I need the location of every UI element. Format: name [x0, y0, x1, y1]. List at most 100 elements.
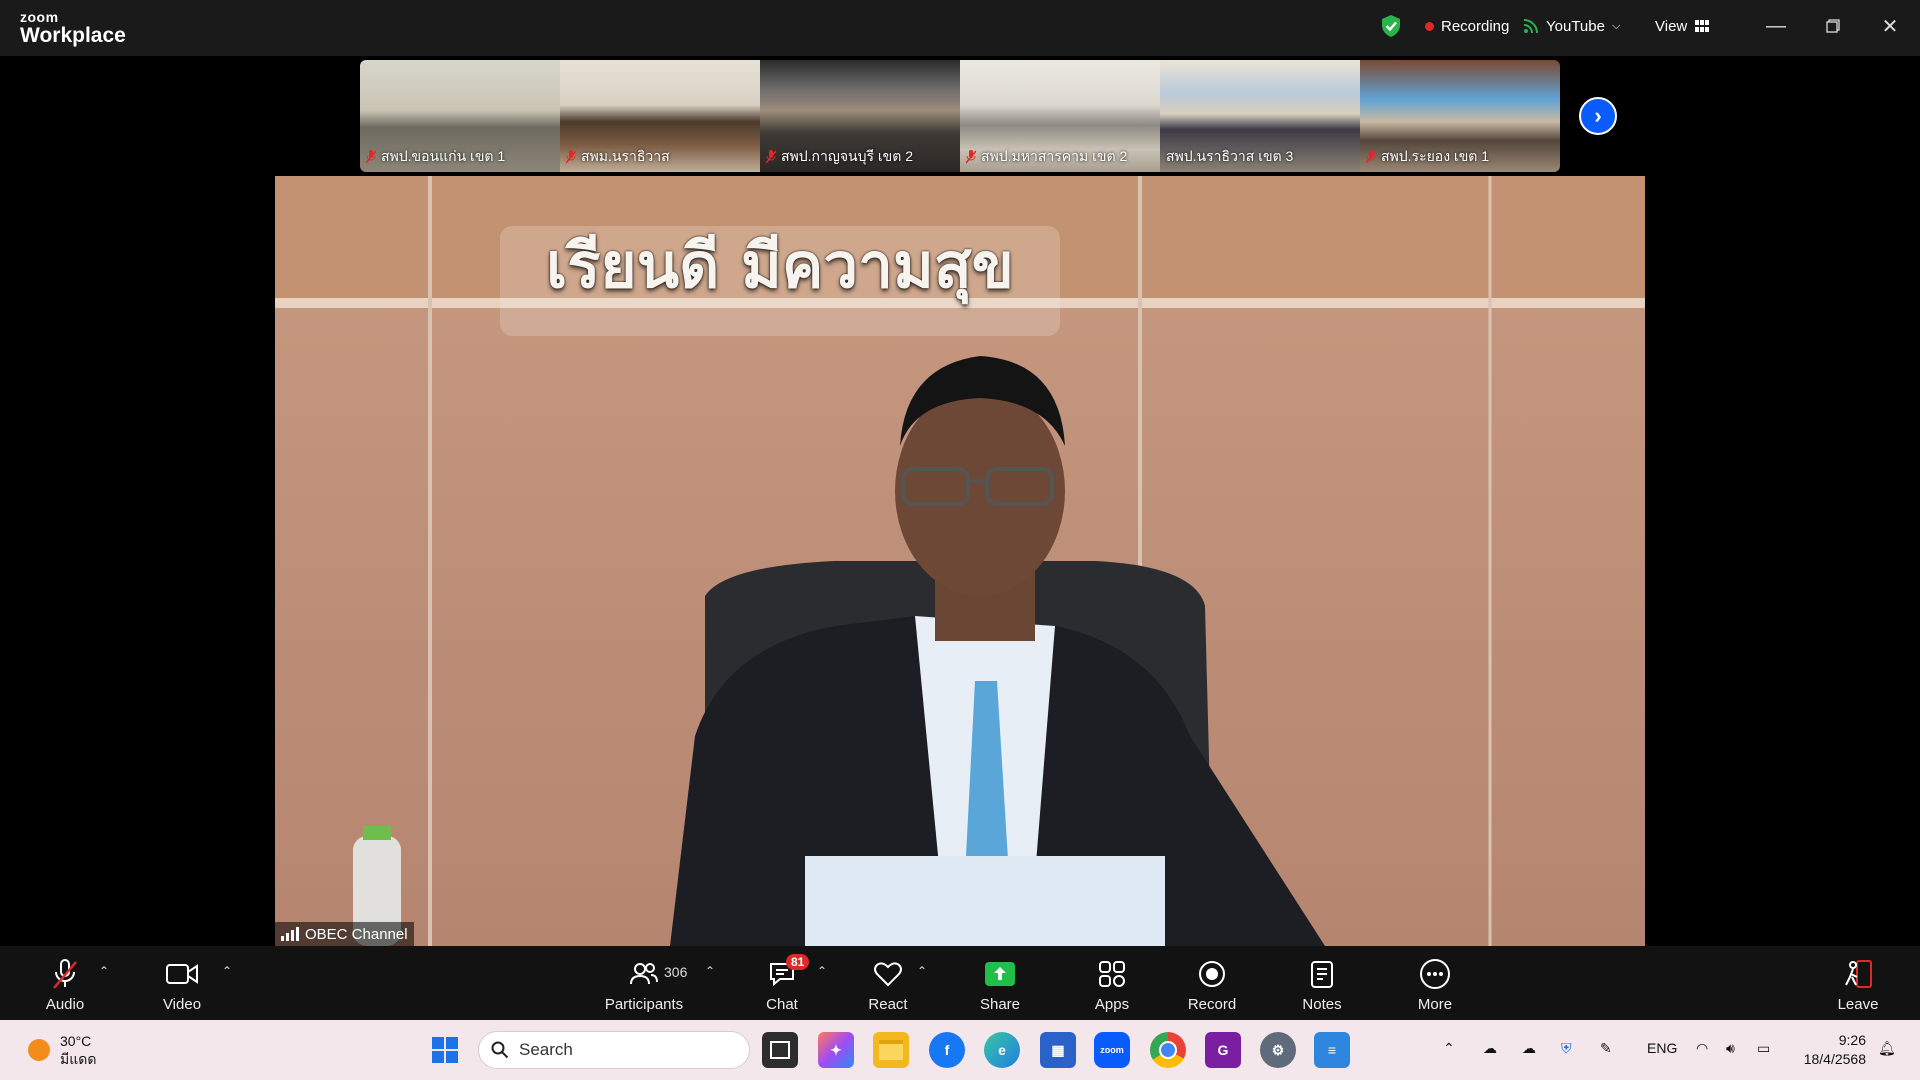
battery-icon[interactable]: ▭	[1757, 1040, 1770, 1057]
input-method-icon[interactable]: ✎	[1600, 1040, 1612, 1057]
livestream-icon	[1523, 19, 1538, 34]
video-options-caret-icon[interactable]: ⌃	[222, 964, 232, 978]
windows-start-icon[interactable]	[427, 1032, 463, 1068]
encryption-shield-icon[interactable]	[1380, 0, 1402, 52]
next-page-icon[interactable]: ›	[1579, 97, 1617, 135]
participants-count: 306	[664, 964, 688, 980]
react-button[interactable]: React	[843, 946, 933, 1020]
muted-mic-icon	[765, 150, 777, 164]
windows-taskbar: 30°C มีแดด Search ✦ f e ▦ zoom G ⚙ ≡ ⌃ ☁…	[0, 1020, 1920, 1080]
thumbnail-name: สพป.ระยอง เขต 1	[1381, 148, 1490, 164]
chat-unread-badge: 81	[786, 954, 810, 970]
record-label: Record	[1187, 996, 1237, 1013]
close-icon[interactable]: ✕	[1870, 0, 1910, 52]
recording-indicator[interactable]: Recording	[1425, 0, 1509, 52]
muted-mic-icon	[50, 956, 80, 992]
copilot-icon[interactable]: ✦	[818, 1032, 854, 1068]
search-placeholder: Search	[519, 1040, 573, 1059]
volume-icon[interactable]: 🔊︎	[1726, 1040, 1735, 1057]
microsoft-store-icon[interactable]: ▦	[1040, 1032, 1076, 1068]
taskbar-search[interactable]: Search	[478, 1031, 750, 1069]
leave-button[interactable]: Leave	[1813, 946, 1903, 1020]
chevron-down-icon: ⌵	[1611, 19, 1621, 32]
participant-thumbnail[interactable]: สพป.มหาสารคาม เขต 2	[960, 60, 1160, 172]
facebook-icon[interactable]: f	[929, 1032, 965, 1068]
audio-options-caret-icon[interactable]: ⌃	[99, 964, 109, 978]
muted-mic-icon	[365, 150, 377, 164]
participants-icon	[630, 956, 658, 992]
participant-thumbnail[interactable]: สพป.ระยอง เขต 1	[1360, 60, 1560, 172]
audio-button[interactable]: Audio	[20, 946, 110, 1020]
react-label: React	[868, 996, 908, 1013]
leave-label: Leave	[1837, 996, 1879, 1013]
participants-options-caret-icon[interactable]: ⌃	[705, 964, 715, 978]
participant-thumbnail[interactable]: สพม.นราธิวาส	[560, 60, 760, 172]
muted-mic-icon	[965, 150, 977, 164]
notes-icon	[1310, 956, 1334, 992]
edge-browser-icon[interactable]: e	[984, 1032, 1020, 1068]
task-view-icon[interactable]	[762, 1032, 798, 1068]
clock-date: 18/4/2568	[1803, 1051, 1866, 1067]
notes-button[interactable]: Notes	[1277, 946, 1367, 1020]
wifi-icon[interactable]: ◠	[1696, 1040, 1708, 1057]
taskbar-clock[interactable]: 9:26 18/4/2568	[1790, 1031, 1866, 1069]
participants-button[interactable]: Participants	[599, 946, 689, 1020]
chat-button[interactable]: Chat	[737, 946, 827, 1020]
audio-label: Audio	[45, 996, 85, 1013]
video-button[interactable]: Video	[137, 946, 227, 1020]
heart-icon	[873, 956, 903, 992]
participant-thumbnail[interactable]: สพป.นราธิวาส เขต 3	[1160, 60, 1360, 172]
security-shield-icon[interactable]: ⛨	[1561, 1040, 1572, 1057]
more-button[interactable]: More	[1390, 946, 1480, 1020]
livestream-youtube-button[interactable]: YouTube ⌵	[1523, 0, 1620, 52]
onedrive-icon[interactable]: ☁	[1522, 1040, 1536, 1057]
record-button[interactable]: Record	[1167, 946, 1257, 1020]
main-video[interactable]: เรียนดี มีความสุข	[275, 176, 1645, 946]
apps-label: Apps	[1094, 996, 1130, 1013]
chat-label: Chat	[766, 996, 798, 1013]
view-button[interactable]: View	[1655, 0, 1710, 52]
apps-icon	[1098, 956, 1126, 992]
participant-thumbnail[interactable]: สพป.กาญจนบุรี เขต 2	[760, 60, 960, 172]
zoom-logo: zoom Workplace	[20, 10, 126, 46]
thumbnail-name: สพป.ขอนแก่น เขต 1	[381, 148, 506, 164]
share-label: Share	[979, 996, 1021, 1013]
view-label: View	[1655, 17, 1688, 35]
settings-gear-icon[interactable]: ⚙	[1260, 1032, 1296, 1068]
participant-thumbnail[interactable]: สพป.ขอนแก่น เขต 1	[360, 60, 560, 172]
temperature: 30°C	[60, 1033, 92, 1049]
chrome-browser-icon[interactable]	[1150, 1032, 1186, 1068]
meeting-toolbar: Audio ⌃ Video ⌃ Participants 306 ⌃ Chat …	[0, 946, 1920, 1020]
restore-icon[interactable]	[1813, 0, 1853, 52]
show-hidden-icons-icon[interactable]: ⌃	[1443, 1040, 1455, 1057]
muted-mic-icon	[565, 150, 577, 164]
share-button[interactable]: Share	[955, 946, 1045, 1020]
thumbnail-name: สพป.กาญจนบุรี เขต 2	[781, 148, 914, 164]
participants-label: Participants	[604, 996, 684, 1013]
notification-bell-icon[interactable]: 🔔︎	[1878, 1040, 1896, 1057]
thumbnail-name: สพป.มหาสารคาม เขต 2	[981, 148, 1128, 164]
livestream-label: YouTube	[1546, 17, 1605, 35]
banner-text: เรียนดี มีความสุข	[545, 229, 1015, 302]
video-label: Video	[162, 996, 202, 1013]
react-options-caret-icon[interactable]: ⌃	[917, 964, 927, 978]
muted-mic-icon	[1365, 150, 1377, 164]
weather-widget[interactable]: 30°C มีแดด	[28, 1032, 96, 1068]
file-explorer-icon[interactable]	[873, 1032, 909, 1068]
zoom-app-icon[interactable]: zoom	[1094, 1032, 1130, 1068]
signal-strength-icon	[281, 927, 299, 941]
onedrive-error-icon[interactable]: ☁	[1483, 1040, 1497, 1057]
more-label: More	[1417, 996, 1453, 1013]
recording-dot-icon	[1425, 21, 1434, 31]
notepad-icon[interactable]: ≡	[1314, 1032, 1350, 1068]
apps-button[interactable]: Apps	[1067, 946, 1157, 1020]
logo-top: zoom	[20, 9, 59, 25]
chat-options-caret-icon[interactable]: ⌃	[817, 964, 827, 978]
sun-icon	[28, 1039, 50, 1061]
clock-time: 9:26	[1838, 1032, 1866, 1048]
language-indicator[interactable]: ENG	[1647, 1040, 1677, 1056]
minimize-icon[interactable]: —	[1756, 0, 1796, 52]
grid-view-icon	[1695, 20, 1710, 32]
pdf-editor-icon[interactable]: G	[1205, 1032, 1241, 1068]
weather-condition: มีแดด	[60, 1051, 97, 1067]
